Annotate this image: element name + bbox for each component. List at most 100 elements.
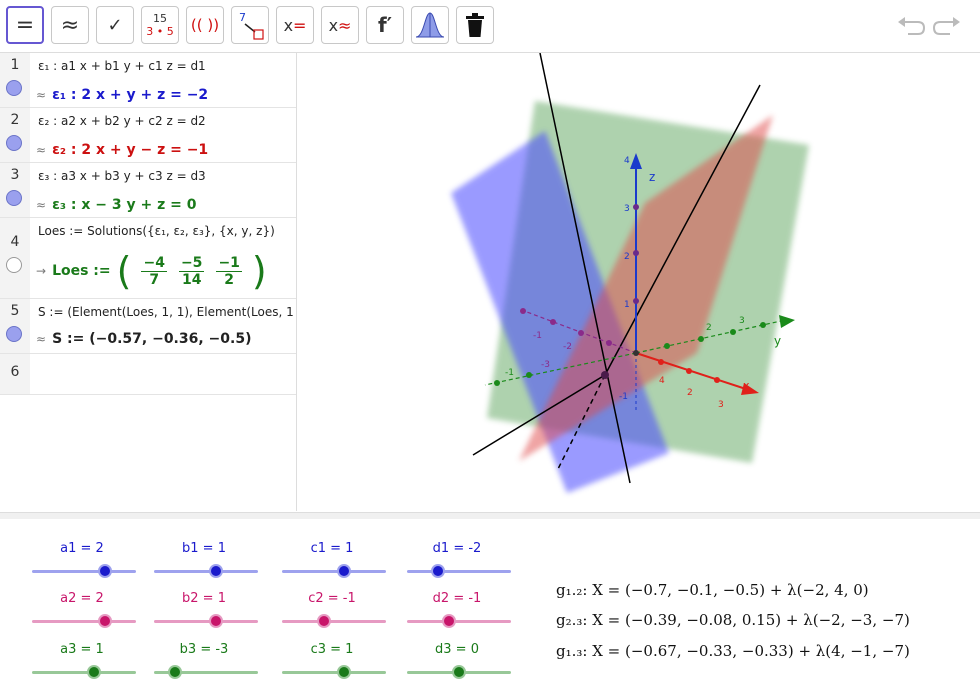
y-tick-dot bbox=[760, 322, 766, 328]
undo-icon[interactable] bbox=[896, 10, 926, 40]
slider-track[interactable] bbox=[282, 671, 386, 674]
x-tick-label: 3 bbox=[718, 400, 724, 410]
row-number: 2 bbox=[10, 112, 20, 128]
approx-tool-button[interactable]: ≈ bbox=[51, 6, 89, 44]
slider-label: d2 = -1 bbox=[432, 591, 482, 606]
algebra-row-1[interactable]: 1 ε₁ : a1 x + b1 y + c1 z = d1 ≈ ε₁ : 2 x… bbox=[0, 53, 296, 108]
solve-tool-button[interactable]: x= bbox=[276, 6, 314, 44]
visibility-toggle[interactable] bbox=[6, 257, 22, 273]
factor-tool-button[interactable]: 15 3 • 5 bbox=[141, 6, 179, 44]
x-tick-dot bbox=[550, 319, 556, 325]
slider-label: c3 = 1 bbox=[310, 642, 354, 657]
slider-knob[interactable] bbox=[97, 614, 112, 628]
bell-curve-icon bbox=[415, 12, 445, 38]
line-g12-equation: g₁.₂: X = (−0.7, −0.1, −0.5) + λ(−2, 4, … bbox=[556, 581, 869, 599]
origin-point bbox=[633, 350, 639, 356]
substitute-icon: 7 bbox=[239, 11, 264, 40]
x-tick-label: -3 bbox=[541, 360, 550, 370]
visibility-toggle[interactable] bbox=[6, 326, 22, 342]
visibility-toggle[interactable] bbox=[6, 80, 22, 96]
graphics-3d-view[interactable]: z 4 3 2 1 -1 x 4 2 3 y 2 3 -1 -1 -2 -3 bbox=[297, 52, 980, 511]
expand-tool-button[interactable]: (( )) bbox=[186, 6, 224, 44]
x-tick-label: 2 bbox=[687, 388, 693, 398]
slider-knob[interactable] bbox=[316, 614, 331, 628]
slider-track[interactable] bbox=[32, 671, 136, 674]
equals-tool-button[interactable]: = bbox=[6, 6, 44, 44]
algebra-input-row[interactable]: 6 bbox=[0, 354, 296, 395]
z-tick-dot bbox=[633, 204, 639, 210]
graphics-3d-canvas[interactable]: z 4 3 2 1 -1 x 4 2 3 y 2 3 -1 -1 -2 -3 bbox=[297, 52, 980, 511]
toolbar: = ≈ ✓ 15 3 • 5 (( )) 7 x= x≈ f′ bbox=[0, 0, 980, 53]
substitute-tool-button[interactable]: 7 bbox=[231, 6, 269, 44]
row-result: ≈ ε₂ : 2 x + y − z = −1 bbox=[36, 142, 209, 158]
slider-label: b1 = 1 bbox=[182, 541, 226, 556]
algebra-row-3[interactable]: 3 ε₃ : a3 x + b3 y + c3 z = d3 ≈ ε₃ : x −… bbox=[0, 163, 296, 218]
z-axis-label: z bbox=[649, 170, 655, 184]
z-tick-label: 1 bbox=[624, 300, 630, 310]
row-result: ≈ ε₁ : 2 x + y + z = −2 bbox=[36, 87, 209, 103]
visibility-toggle[interactable] bbox=[6, 190, 22, 206]
y-tick-dot bbox=[526, 372, 532, 378]
delete-tool-button[interactable] bbox=[456, 6, 494, 44]
numeric-solve-icon: x≈ bbox=[328, 15, 352, 35]
row-result: ≈ ε₃ : x − 3 y + z = 0 bbox=[36, 197, 197, 213]
slider-track[interactable] bbox=[282, 620, 386, 623]
row-result: ≈ S := (−0.57, −0.36, −0.5) bbox=[36, 331, 252, 347]
x-tick-dot bbox=[714, 377, 720, 383]
slider-track[interactable] bbox=[407, 620, 511, 623]
slider-knob[interactable] bbox=[337, 564, 352, 578]
x-tick-dot bbox=[606, 340, 612, 346]
check-tool-button[interactable]: ✓ bbox=[96, 6, 134, 44]
slider-track[interactable] bbox=[154, 620, 258, 623]
distribution-tool-button[interactable] bbox=[411, 6, 449, 44]
slider-knob[interactable] bbox=[337, 665, 352, 679]
solve-icon: x= bbox=[283, 15, 307, 35]
row-command[interactable]: ε₁ : a1 x + b1 y + c1 z = d1 bbox=[38, 59, 206, 73]
slider-knob[interactable] bbox=[452, 665, 466, 679]
slider-label: a2 = 2 bbox=[60, 591, 104, 606]
derivative-tool-button[interactable]: f′ bbox=[366, 6, 404, 44]
y-tick-dot bbox=[494, 380, 500, 386]
slider-knob[interactable] bbox=[209, 564, 224, 578]
algebra-row-4[interactable]: 4 Loes := Solutions({ε₁, ε₂, ε₃}, {x, y,… bbox=[0, 218, 296, 299]
slider-track[interactable] bbox=[407, 570, 511, 573]
solution-point-S[interactable] bbox=[601, 371, 609, 379]
slider-knob[interactable] bbox=[209, 614, 224, 628]
slider-track[interactable] bbox=[32, 620, 136, 623]
matrix-entry: −5 14 bbox=[178, 254, 205, 288]
row-result: → Loes := ( −4 7 −5 14 −1 2 ) bbox=[36, 249, 267, 293]
y-axis-arrow bbox=[779, 315, 795, 328]
slider-track[interactable] bbox=[282, 570, 386, 573]
y-tick-dot bbox=[698, 336, 704, 342]
row-command[interactable]: S := (Element(Loes, 1, 1), Element(Loes,… bbox=[38, 305, 294, 319]
slider-label: a3 = 1 bbox=[60, 642, 104, 657]
slider-knob[interactable] bbox=[87, 665, 102, 679]
slider-knob[interactable] bbox=[97, 564, 112, 578]
z-tick-dot bbox=[633, 298, 639, 304]
x-tick-label: -2 bbox=[563, 342, 572, 352]
row-command[interactable]: Loes := Solutions({ε₁, ε₂, ε₃}, {x, y, z… bbox=[38, 224, 275, 238]
redo-icon[interactable] bbox=[932, 10, 962, 40]
slider-track[interactable] bbox=[154, 570, 258, 573]
slider-label: d1 = -2 bbox=[432, 541, 482, 556]
algebra-row-5[interactable]: 5 S := (Element(Loes, 1, 1), Element(Loe… bbox=[0, 299, 296, 354]
visibility-toggle[interactable] bbox=[6, 135, 22, 151]
numeric-solve-tool-button[interactable]: x≈ bbox=[321, 6, 359, 44]
line-g23-equation: g₂.₃: X = (−0.39, −0.08, 0.15) + λ(−2, −… bbox=[556, 611, 910, 629]
y-tick-label: 2 bbox=[706, 323, 712, 333]
slider-knob[interactable] bbox=[431, 564, 446, 578]
x-tick-label: 4 bbox=[659, 376, 665, 386]
row-command[interactable]: ε₃ : a3 x + b3 y + c3 z = d3 bbox=[38, 169, 206, 183]
z-tick-dot bbox=[633, 250, 639, 256]
y-axis-label: y bbox=[774, 334, 781, 348]
slider-track[interactable] bbox=[32, 570, 136, 573]
slider-knob[interactable] bbox=[167, 665, 182, 679]
slider-panel: a1 = 2 b1 = 1 c1 = 1 d1 = -2 a2 = 2 b2 = 1 c2 … bbox=[0, 519, 980, 700]
view-divider[interactable] bbox=[0, 512, 980, 519]
row-number: 3 bbox=[10, 167, 20, 183]
slider-label: c1 = 1 bbox=[310, 541, 354, 556]
algebra-row-2[interactable]: 2 ε₂ : a2 x + b2 y + c2 z = d2 ≈ ε₂ : 2 x… bbox=[0, 108, 296, 163]
slider-knob[interactable] bbox=[441, 614, 456, 628]
row-command[interactable]: ε₂ : a2 x + b2 y + c2 z = d2 bbox=[38, 114, 206, 128]
z-tick-label: 4 bbox=[624, 156, 630, 166]
